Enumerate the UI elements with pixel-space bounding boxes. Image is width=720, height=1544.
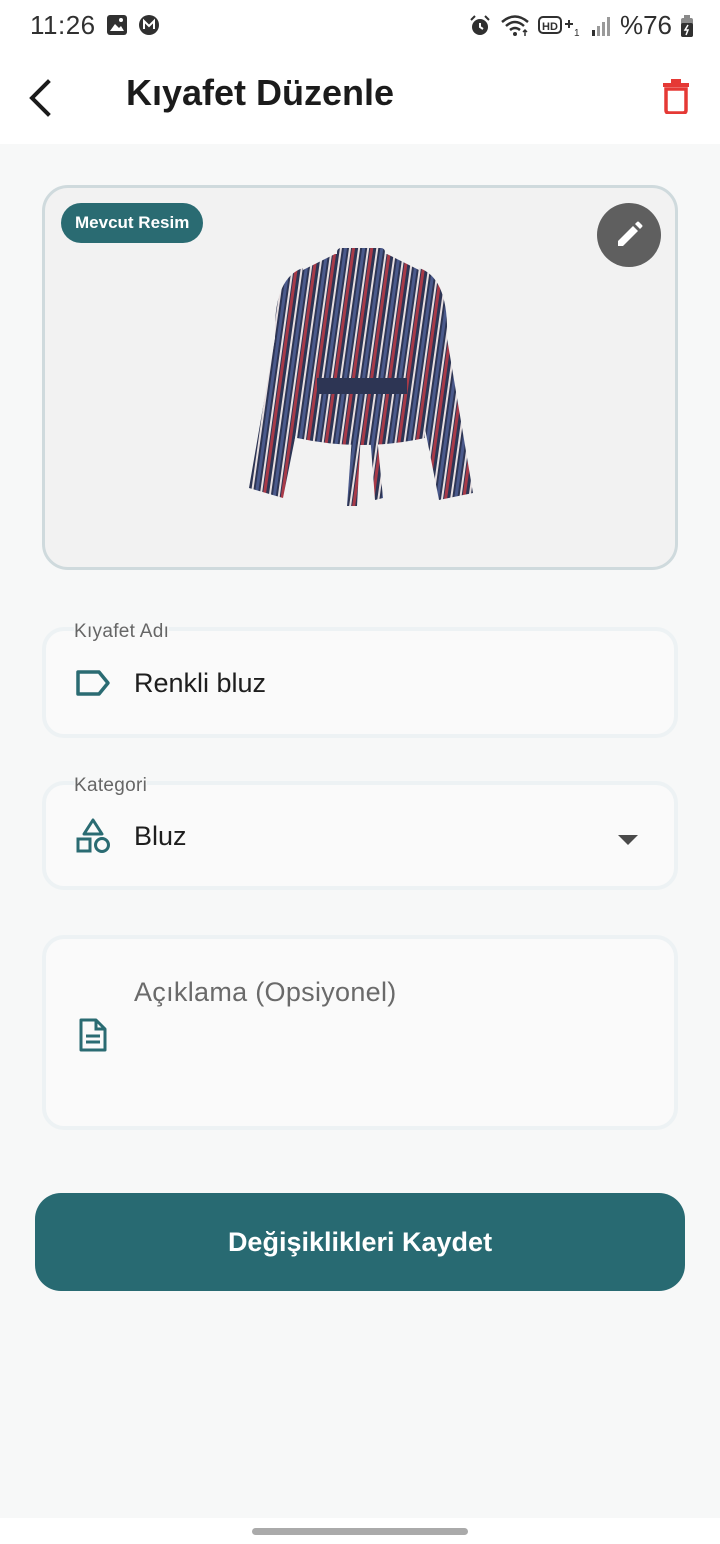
name-input[interactable]: Renkli bluz [134,668,266,699]
delete-button[interactable] [656,74,696,118]
category-field-label: Kategori [74,775,148,797]
name-field[interactable]: Kıyafet Adı Renkli bluz [42,621,678,738]
svg-text:HD: HD [542,21,558,33]
alarm-icon [470,14,490,35]
chevron-down-icon[interactable] [616,833,640,847]
wifi-icon [501,14,529,36]
system-nav-bar [0,1518,720,1544]
hd-voice-icon: HD 1 [537,15,580,38]
svg-text:1: 1 [574,28,580,38]
gallery-icon [107,15,127,35]
page-title: Kıyafet Düzenle [126,72,395,113]
category-select-value[interactable]: Bluz [134,821,187,852]
label-tag-icon [74,664,112,702]
garment-image [249,248,473,506]
pencil-icon [618,221,643,246]
app-bar: Kıyafet Düzenle [0,52,720,144]
signal-icon [591,16,610,36]
category-field[interactable]: Kategori Bluz [42,775,678,890]
save-changes-button[interactable]: Değişiklikleri Kaydet [35,1193,685,1291]
status-bar: 11:26 HD 1 %76 [0,0,720,52]
name-field-label: Kıyafet Adı [74,621,170,643]
description-input[interactable]: Açıklama (Opsiyonel) [134,977,397,1008]
m-app-icon [139,15,159,35]
home-indicator[interactable] [252,1528,468,1535]
battery-percent: %76 [619,10,672,40]
back-arrow-icon [29,79,51,117]
edit-image-button[interactable] [597,203,661,267]
status-left-icons [106,14,160,36]
status-time: 11:26 [30,10,96,40]
document-icon [74,1016,112,1054]
back-button[interactable] [20,74,60,122]
garment-image-card: Mevcut Resim [42,185,678,570]
trash-icon [663,79,689,114]
description-field[interactable]: Açıklama (Opsiyonel) [42,935,678,1130]
status-right-group: HD 1 %76 [468,10,694,41]
current-image-badge: Mevcut Resim [61,203,204,243]
battery-icon [681,14,693,37]
shapes-icon [74,817,112,855]
